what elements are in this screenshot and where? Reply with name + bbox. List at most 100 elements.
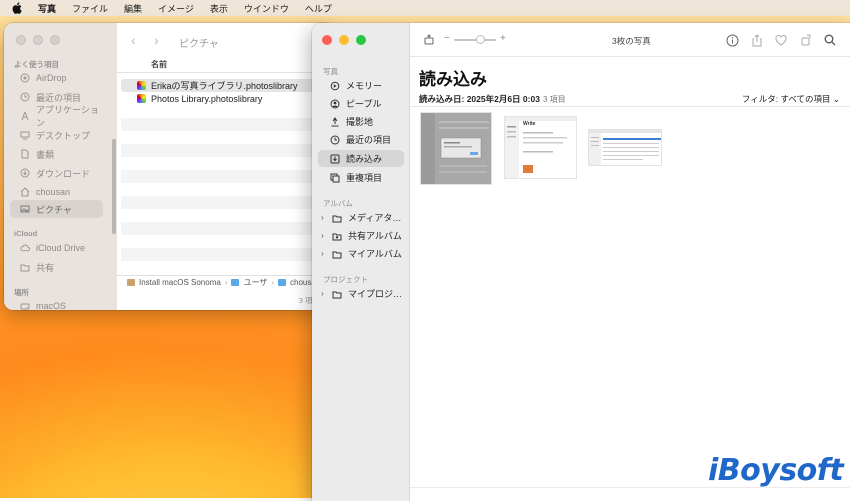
- zoom-button[interactable]: [50, 35, 60, 45]
- menu-file[interactable]: ファイル: [72, 2, 108, 15]
- close-button[interactable]: [16, 35, 26, 45]
- share-icon[interactable]: [750, 33, 764, 47]
- sidebar-item-label: macOS: [36, 301, 67, 310]
- path-item[interactable]: ユーザ: [243, 277, 267, 288]
- sidebar-item-downloads[interactable]: ダウンロード: [10, 164, 103, 182]
- sidebar-item-shared[interactable]: 共有: [10, 258, 103, 276]
- places-icon: [330, 116, 340, 127]
- folder-icon: [231, 279, 240, 286]
- back-chevron-icon[interactable]: ‹: [131, 32, 136, 48]
- sidebar-item-memories[interactable]: メモリー: [318, 77, 404, 94]
- finder-status-bar: 3 項目: [298, 296, 320, 305]
- sidebar-item-media-types[interactable]: › メディアタ…: [318, 209, 404, 226]
- desktop-icon: [20, 130, 30, 140]
- iboysoft-watermark-logo: iBoysoft: [708, 453, 844, 488]
- sidebar-item-label: 書類: [36, 149, 55, 160]
- chevron-right-icon[interactable]: ›: [321, 289, 324, 298]
- screenshot-preview-image: [505, 117, 576, 178]
- minimize-button[interactable]: [33, 35, 43, 45]
- filter-dropdown[interactable]: フィルタ: すべての項目 ⌄: [742, 93, 840, 105]
- sidebar-item-icloud-drive[interactable]: iCloud Drive: [10, 239, 103, 257]
- photo-thumbnail[interactable]: [588, 129, 662, 166]
- sidebar-item-macos[interactable]: macOS: [10, 297, 103, 310]
- close-button[interactable]: [322, 35, 332, 45]
- sidebar-item-imports[interactable]: 読み込み: [318, 150, 404, 167]
- sidebar-item-shared-albums[interactable]: › 共有アルバム: [318, 227, 404, 244]
- duplicates-icon: [330, 173, 340, 183]
- minimize-button[interactable]: [339, 35, 349, 45]
- chevron-right-icon[interactable]: ›: [321, 249, 324, 258]
- zoom-out-button[interactable]: −: [444, 33, 450, 44]
- sidebar-item-label: メモリー: [346, 81, 383, 91]
- empty-row: [121, 144, 328, 157]
- sidebar-item-label: chousan: [36, 187, 71, 197]
- chevron-right-icon[interactable]: ›: [321, 231, 324, 240]
- photos-window-controls: [322, 35, 366, 45]
- rotate-left-icon[interactable]: [799, 33, 813, 47]
- import-date-line: 読み込み日: 2025年2月6日 0:03 3 項目: [419, 93, 566, 105]
- sidebar-item-label: マイアルバム: [348, 249, 402, 259]
- zoom-button[interactable]: [356, 35, 366, 45]
- projects-section-label: プロジェクト: [323, 275, 368, 284]
- menu-help[interactable]: ヘルプ: [305, 2, 332, 15]
- search-icon[interactable]: [823, 33, 837, 47]
- photo-thumbnail[interactable]: [420, 112, 492, 185]
- sidebar-item-documents[interactable]: 書類: [10, 145, 103, 163]
- cloud-icon: [20, 243, 30, 253]
- photo-thumbnail[interactable]: Write: [504, 116, 577, 179]
- sidebar-item-home[interactable]: chousan: [10, 183, 103, 201]
- sidebar-item-airdrop[interactable]: AirDrop: [10, 69, 103, 87]
- file-row[interactable]: Erikaの写真ライブラリ.photoslibrary: [121, 79, 328, 92]
- menu-view[interactable]: 表示: [210, 2, 228, 15]
- file-row[interactable]: Photos Library.photoslibrary: [121, 92, 328, 105]
- albums-section-label: アルバム: [323, 199, 353, 208]
- sidebar-item-recents[interactable]: 最近の項目: [318, 131, 404, 148]
- zoom-in-button[interactable]: +: [500, 33, 506, 44]
- screenshot-preview-image: [421, 113, 491, 184]
- photos-library-icon: [137, 81, 146, 90]
- sidebar-item-label: デスクトップ: [36, 130, 91, 141]
- menu-image[interactable]: イメージ: [158, 2, 194, 15]
- finder-toolbar: [117, 23, 334, 57]
- path-item[interactable]: Install macOS Sonoma: [139, 278, 221, 287]
- info-icon[interactable]: [725, 33, 739, 47]
- sidebar-item-duplicates[interactable]: 重複項目: [318, 169, 404, 186]
- zoom-slider-handle[interactable]: [476, 35, 485, 44]
- menu-window[interactable]: ウインドウ: [244, 2, 289, 15]
- menu-bar: 写真 ファイル 編集 イメージ 表示 ウインドウ ヘルプ: [0, 0, 850, 16]
- sidebar-item-pictures[interactable]: ピクチャ: [10, 200, 103, 218]
- sidebar-item-places[interactable]: 撮影地: [318, 113, 404, 130]
- menu-edit[interactable]: 編集: [124, 2, 142, 15]
- airdrop-icon: [20, 73, 30, 83]
- photos-library-icon: [137, 94, 146, 103]
- rotate-icon[interactable]: [422, 33, 436, 47]
- item-count: 3 項目: [542, 95, 566, 104]
- column-header-name[interactable]: 名前: [117, 57, 334, 73]
- zoom-slider[interactable]: [454, 39, 496, 41]
- sidebar-item-label: AirDrop: [36, 73, 67, 83]
- chevron-right-icon[interactable]: ›: [321, 213, 324, 222]
- filter-label: フィルタ: すべての項目: [741, 94, 831, 104]
- path-bar: Install macOS Sonoma › ユーザ › chousan: [117, 275, 334, 289]
- sidebar-item-desktop[interactable]: デスクトップ: [10, 126, 103, 144]
- photos-count-title: 3枚の写真: [612, 36, 651, 46]
- sidebar-item-label: 撮影地: [346, 117, 374, 127]
- photos-section-label: 写真: [323, 67, 338, 76]
- menu-photos[interactable]: 写真: [38, 2, 56, 15]
- import-date: 読み込み日: 2025年2月6日 0:03: [419, 94, 540, 104]
- forward-chevron-icon[interactable]: ›: [154, 32, 159, 48]
- sidebar-item-people[interactable]: ピープル: [318, 95, 404, 112]
- apple-icon[interactable]: [12, 2, 24, 14]
- projects-icon: [332, 289, 342, 299]
- sidebar-item-applications[interactable]: アプリケーション: [10, 105, 103, 128]
- apps-icon: [20, 111, 30, 121]
- finder-sidebar-scrollbar[interactable]: [112, 139, 116, 234]
- sidebar-item-my-projects[interactable]: › マイプロジ…: [318, 285, 404, 302]
- finder-window-controls: [16, 35, 60, 45]
- favorite-heart-icon[interactable]: [774, 33, 788, 47]
- path-separator-icon: ›: [224, 278, 228, 287]
- disk-icon: [127, 279, 135, 286]
- sidebar-item-my-albums[interactable]: › マイアルバム: [318, 245, 404, 262]
- shared-album-icon: [332, 231, 342, 241]
- sidebar-item-label: 最近の項目: [36, 92, 82, 103]
